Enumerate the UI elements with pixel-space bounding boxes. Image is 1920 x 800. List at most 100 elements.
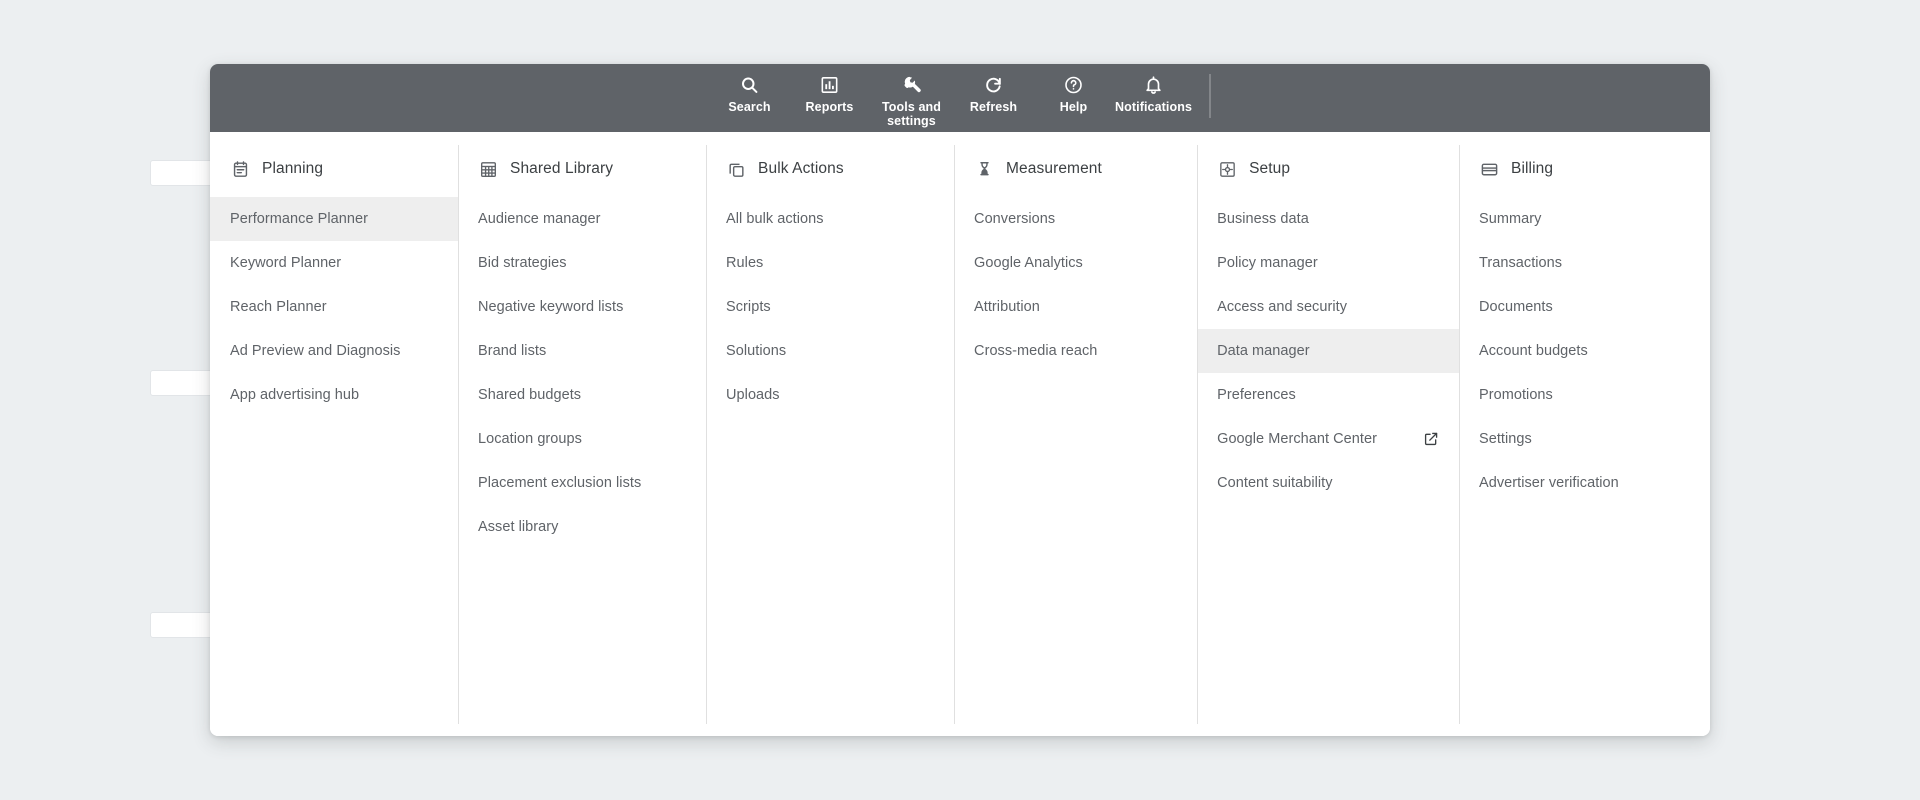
- menu-item-cross-media-reach[interactable]: Cross-media reach: [954, 329, 1197, 373]
- clipboard-planning-icon: [230, 159, 250, 179]
- menu-item-rules[interactable]: Rules: [706, 241, 954, 285]
- toolbar-item-label: Notifications: [1115, 100, 1192, 114]
- refresh-icon: [983, 74, 1005, 96]
- bell-notification-icon: [1143, 74, 1165, 96]
- hourglass-measurement-icon: [974, 159, 994, 179]
- column-title: Billing: [1511, 160, 1553, 178]
- menu-item-policy-manager[interactable]: Policy manager: [1197, 241, 1459, 285]
- menu-item-access-and-security[interactable]: Access and security: [1197, 285, 1459, 329]
- menu-item-scripts[interactable]: Scripts: [706, 285, 954, 329]
- menu-item-reach-planner[interactable]: Reach Planner: [210, 285, 458, 329]
- menu-item-account-budgets[interactable]: Account budgets: [1459, 329, 1710, 373]
- column-header-billing: Billing: [1459, 145, 1710, 193]
- menu-item-data-manager[interactable]: Data manager: [1197, 329, 1459, 373]
- menu-item-uploads[interactable]: Uploads: [706, 373, 954, 417]
- menu-item-conversions[interactable]: Conversions: [954, 197, 1197, 241]
- menu-item-label: Uploads: [726, 387, 780, 403]
- menu-column-measurement: Measurement Conversions Google Analytics At…: [954, 132, 1197, 736]
- menu-item-google-analytics[interactable]: Google Analytics: [954, 241, 1197, 285]
- menu-item-placement-exclusion-lists[interactable]: Placement exclusion lists: [458, 461, 706, 505]
- menu-item-advertiser-verification[interactable]: Advertiser verification: [1459, 461, 1710, 505]
- menu-item-content-suitability[interactable]: Content suitability: [1197, 461, 1459, 505]
- column-header-measurement: Measurement: [954, 145, 1197, 193]
- menu-column-shared-library: Shared Library Audience manager Bid strate…: [458, 132, 706, 736]
- toolbar-divider: [1210, 74, 1211, 118]
- toolbar-item-refresh[interactable]: Refresh: [954, 70, 1034, 126]
- column-title: Shared Library: [510, 160, 613, 178]
- menu-item-label: Summary: [1479, 211, 1541, 227]
- search-icon: [739, 74, 761, 96]
- menu-item-performance-planner[interactable]: Performance Planner: [210, 197, 458, 241]
- menu-item-shared-budgets[interactable]: Shared budgets: [458, 373, 706, 417]
- menu-item-ad-preview-and-diagnosis[interactable]: Ad Preview and Diagnosis: [210, 329, 458, 373]
- toolbar-item-label: Search: [728, 100, 770, 114]
- menu-item-app-advertising-hub[interactable]: App advertising hub: [210, 373, 458, 417]
- menu-item-transactions[interactable]: Transactions: [1459, 241, 1710, 285]
- menu-item-asset-library[interactable]: Asset library: [458, 505, 706, 549]
- column-item-list: Performance Planner Keyword PlannerReach …: [210, 193, 458, 417]
- menu-item-negative-keyword-lists[interactable]: Negative keyword lists: [458, 285, 706, 329]
- copy-stack-icon: [726, 159, 746, 179]
- reports-bar-chart-icon: [819, 74, 841, 96]
- toolbar-item-reports[interactable]: Reports: [790, 70, 870, 126]
- menu-item-label: Bid strategies: [478, 255, 567, 271]
- menu-item-label: Ad Preview and Diagnosis: [230, 343, 400, 359]
- column-title: Bulk Actions: [758, 160, 844, 178]
- menu-item-label: Conversions: [974, 211, 1055, 227]
- toolbar-item-label: Help: [1060, 100, 1088, 114]
- menu-item-summary[interactable]: Summary: [1459, 197, 1710, 241]
- menu-item-label: Settings: [1479, 431, 1532, 447]
- column-title: Setup: [1249, 160, 1290, 178]
- menu-item-label: Content suitability: [1217, 475, 1332, 491]
- menu-item-label: Audience manager: [478, 211, 601, 227]
- toolbar-item-label: Reports: [806, 100, 854, 114]
- menu-item-settings[interactable]: Settings: [1459, 417, 1710, 461]
- menu-item-label: Rules: [726, 255, 763, 271]
- menu-item-brand-lists[interactable]: Brand lists: [458, 329, 706, 373]
- menu-item-label: Scripts: [726, 299, 771, 315]
- menu-item-attribution[interactable]: Attribution: [954, 285, 1197, 329]
- menu-item-label: Google Merchant Center: [1217, 431, 1377, 447]
- menu-item-documents[interactable]: Documents: [1459, 285, 1710, 329]
- menu-item-all-bulk-actions[interactable]: All bulk actions: [706, 197, 954, 241]
- column-header-planning: Planning: [210, 145, 458, 193]
- toolbar-items: Search Reports Tools and settingsRefresh He…: [710, 70, 1211, 128]
- menu-item-business-data[interactable]: Business data: [1197, 197, 1459, 241]
- menu-item-bid-strategies[interactable]: Bid strategies: [458, 241, 706, 285]
- menu-item-keyword-planner[interactable]: Keyword Planner: [210, 241, 458, 285]
- column-title: Measurement: [1006, 160, 1102, 178]
- external-link-icon: [1423, 431, 1439, 447]
- menu-column-bulk-actions: Bulk Actions All bulk actions Rules Scripts…: [706, 132, 954, 736]
- toolbar-item-notifications[interactable]: Notifications: [1114, 70, 1194, 126]
- menu-item-label: Data manager: [1217, 343, 1310, 359]
- menu-columns: Planning Performance Planner Keyword Plann…: [210, 132, 1710, 736]
- menu-item-google-merchant-center[interactable]: Google Merchant Center: [1197, 417, 1459, 461]
- tools-and-settings-menu-panel: Search Reports Tools and settingsRefresh He…: [210, 64, 1710, 736]
- column-header-setup: Setup: [1197, 145, 1459, 193]
- menu-item-label: Asset library: [478, 519, 558, 535]
- menu-item-preferences[interactable]: Preferences: [1197, 373, 1459, 417]
- column-item-list: Conversions Google Analytics AttributionCr…: [954, 193, 1197, 373]
- menu-item-label: Performance Planner: [230, 211, 368, 227]
- menu-item-label: Google Analytics: [974, 255, 1083, 271]
- menu-item-audience-manager[interactable]: Audience manager: [458, 197, 706, 241]
- toolbar-item-search[interactable]: Search: [710, 70, 790, 126]
- menu-item-label: Placement exclusion lists: [478, 475, 641, 491]
- toolbar-item-tools-and-settings[interactable]: Tools and settings: [870, 70, 954, 128]
- menu-column-setup: Setup Business dataPolicy managerAccess a…: [1197, 132, 1459, 736]
- menu-item-label: Advertiser verification: [1479, 475, 1619, 491]
- menu-item-label: Account budgets: [1479, 343, 1588, 359]
- menu-item-label: Transactions: [1479, 255, 1562, 271]
- menu-item-solutions[interactable]: Solutions: [706, 329, 954, 373]
- menu-item-label: Shared budgets: [478, 387, 581, 403]
- menu-toolbar: Search Reports Tools and settingsRefresh He…: [210, 64, 1710, 132]
- wrench-tools-icon: [901, 74, 923, 96]
- toolbar-item-help[interactable]: Help: [1034, 70, 1114, 126]
- menu-item-label: Promotions: [1479, 387, 1553, 403]
- menu-item-label: App advertising hub: [230, 387, 359, 403]
- menu-item-label: All bulk actions: [726, 211, 824, 227]
- menu-item-location-groups[interactable]: Location groups: [458, 417, 706, 461]
- help-question-circle-icon: [1063, 74, 1085, 96]
- menu-item-promotions[interactable]: Promotions: [1459, 373, 1710, 417]
- column-header-shared-library: Shared Library: [458, 145, 706, 193]
